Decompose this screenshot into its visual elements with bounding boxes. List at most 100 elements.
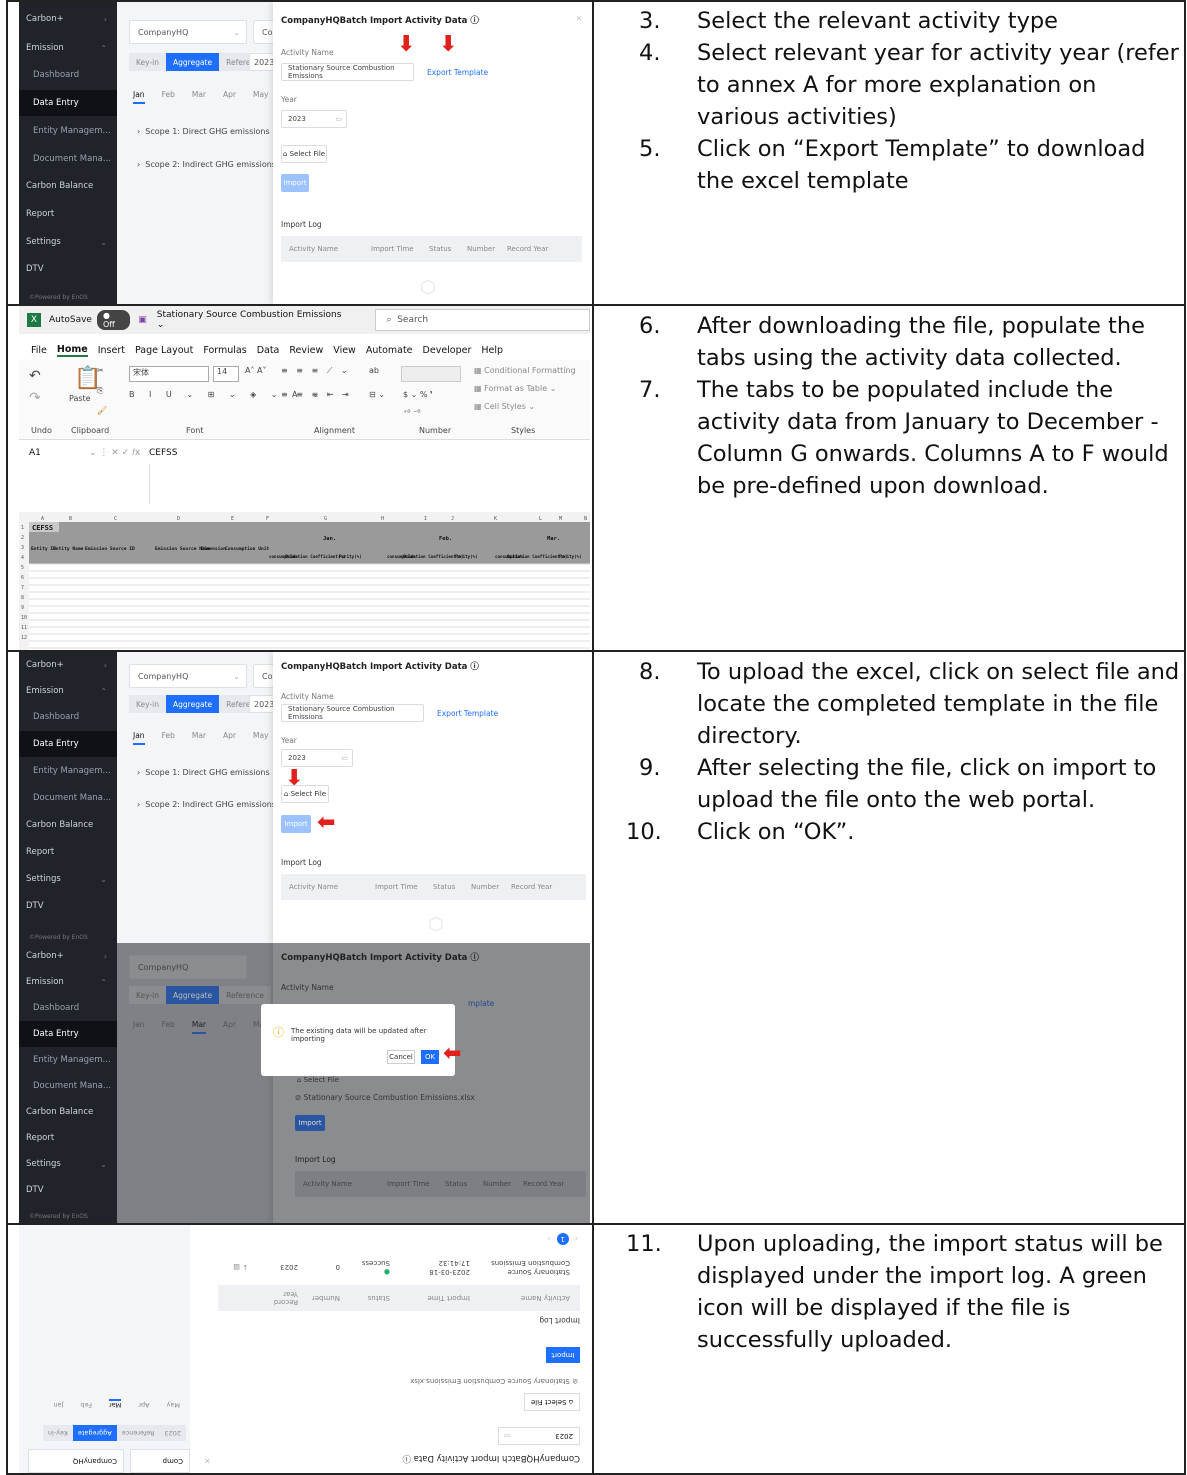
row-number[interactable]: 4 [21,555,24,561]
scope1-row[interactable]: › Scope 1: Direct GHG emissions [137,127,270,136]
tab-aggregate[interactable]: Aggregate [72,1425,117,1441]
wrap-text-icon[interactable]: ab [369,366,379,375]
sidebar-item-report[interactable]: Report [19,839,117,865]
undo-icon[interactable]: ↶ [29,368,41,384]
import-button[interactable]: Import [281,174,309,192]
export-template-link[interactable]: mplate [468,999,494,1008]
menu-automate[interactable]: Automate [366,345,413,356]
sidebar-item-emission[interactable]: Emission ⌃ [19,969,117,995]
menu-data[interactable]: Data [257,345,280,356]
month-tab[interactable]: Mar [192,731,206,745]
align-top-icons[interactable]: ≡ ≡ ≡ ⟋ ⌄ [281,366,351,376]
row-number[interactable]: 1 [21,525,24,531]
column-letter[interactable]: D [177,516,180,522]
row-number[interactable]: 8 [21,595,24,601]
month-tab[interactable]: Jan [133,731,145,745]
row-number[interactable]: 11 [21,625,27,631]
menu-home[interactable]: Home [56,344,88,357]
month-tab[interactable]: Jan [133,90,145,104]
currency-icon[interactable]: $ ⌄ % ❜ [403,390,433,399]
row-actions[interactable]: ↓ ▨ [233,1263,248,1271]
activity-select[interactable]: Stationary Source Combustion Emissions [281,63,414,81]
sidebar-item-dtv[interactable]: DTV [19,1177,117,1203]
tab-aggregate[interactable]: Aggregate [166,986,220,1004]
search-input[interactable]: ⌕ Search [375,309,590,331]
month-tab[interactable]: May [253,731,269,745]
month-tab[interactable]: Apr [223,731,236,745]
cell-a1[interactable]: CEFSS [32,524,53,532]
close-icon[interactable]: ✕ [576,14,582,23]
sidebar-item-data-entry[interactable]: Data Entry [19,731,117,757]
name-box[interactable]: A1 [19,448,89,458]
sidebar-item-entity[interactable]: Entity Managem... [19,1047,117,1073]
formula-input[interactable]: CEFSS [149,448,177,458]
sidebar-item-settings[interactable]: Settings ⌄ [19,1151,117,1177]
row-number[interactable]: 12 [21,635,27,641]
redo-icon[interactable]: ↷ [29,390,41,406]
sidebar-item-dashboard[interactable]: Dashboard [19,704,117,730]
tab-reference[interactable]: Reference [116,1425,160,1441]
row-number[interactable]: 9 [21,605,24,611]
menu-page-layout[interactable]: Page Layout [135,345,193,356]
column-letter[interactable]: A [41,516,44,522]
column-letter[interactable]: H [381,516,384,522]
column-letter[interactable]: K [494,516,497,522]
row-number[interactable]: 7 [21,585,24,591]
sidebar-item-document[interactable]: Document Mana... [19,1073,117,1099]
cancel-button[interactable]: Cancel [387,1050,415,1064]
tab-key-in[interactable]: Key-in [129,695,167,713]
year-field[interactable]: 2023 ▭ [281,110,347,128]
company-select[interactable]: CompanyHQ [28,1449,124,1473]
sidebar-item-emission[interactable]: Emission ⌃ [19,35,117,61]
menu-review[interactable]: Review [289,345,323,356]
column-letter[interactable]: G [324,516,327,522]
import-button[interactable]: Import [546,1347,580,1363]
select-file-button[interactable]: ⌂ Select File [281,785,329,803]
row-number[interactable]: 3 [21,545,24,551]
month-tab[interactable]: Mar [192,90,206,104]
menu-insert[interactable]: Insert [98,345,125,356]
month-tab[interactable]: Jan [133,1020,145,1034]
copy-icon[interactable]: ⎘ [97,386,103,396]
workbook-name[interactable]: Stationary Source Combustion Emissions ⌄ [157,310,352,330]
month-tab[interactable]: Feb [162,1020,175,1034]
month-tab[interactable]: Apr [223,1020,236,1034]
month-tab[interactable]: Apr [138,1399,149,1409]
row-number[interactable]: 5 [21,565,24,571]
sidebar-item-dtv[interactable]: DTV [19,893,117,919]
decimal-icons[interactable]: ⁺⁰ ⁻⁰ [403,408,420,417]
select-file-button[interactable]: ⌂ Select File [524,1393,580,1411]
menu-file[interactable]: File [31,345,47,356]
month-tab[interactable]: Feb [162,731,175,745]
page-number[interactable]: 1 [556,1233,569,1245]
sidebar-item-settings[interactable]: Settings ⌄ [19,229,117,255]
sidebar-item-dashboard[interactable]: Dashboard [19,995,117,1021]
column-letter[interactable]: N [584,516,587,522]
font-grow-icon[interactable]: A˄ A˅ [245,366,267,375]
prev-page-icon[interactable]: › [548,1235,551,1244]
company-select[interactable]: CompanyHQ [129,955,247,979]
year-field[interactable]: 2023 ▭ [281,749,353,767]
company-select[interactable]: CompanyHQ ⌄ [129,664,247,688]
format-painter-icon[interactable]: 🖌 [97,406,107,415]
close-icon[interactable]: ✕ [204,1456,211,1465]
menu-formulas[interactable]: Formulas [203,345,246,356]
tab-aggregate[interactable]: Aggregate [166,53,220,71]
next-page-icon[interactable]: ‹ [575,1235,578,1244]
export-template-link[interactable]: Export Template [437,709,498,718]
column-letter[interactable]: J [451,516,454,522]
row-number[interactable]: 2 [21,535,24,541]
row-number[interactable]: 6 [21,575,24,581]
sidebar-item-entity[interactable]: Entity Managem... [19,118,117,144]
tab-key-in[interactable]: Key-in [129,53,167,71]
activity-select[interactable]: Stationary Source Combustion Emissions [281,704,424,722]
import-button[interactable]: Import [281,815,311,833]
month-tab[interactable]: Jan [53,1399,63,1409]
sidebar-item-carbon-balance[interactable]: Carbon Balance [19,173,117,199]
align-bottom-icons[interactable]: ≡ ≡ ≡ ⇤ ⇥ [281,390,352,399]
month-tab[interactable]: Feb [162,90,175,104]
column-letter[interactable]: F [266,516,269,522]
column-letter[interactable]: E [231,516,234,522]
paste-label[interactable]: Paste [69,394,91,403]
select-file-button[interactable]: ⌂ Select File [281,145,327,163]
